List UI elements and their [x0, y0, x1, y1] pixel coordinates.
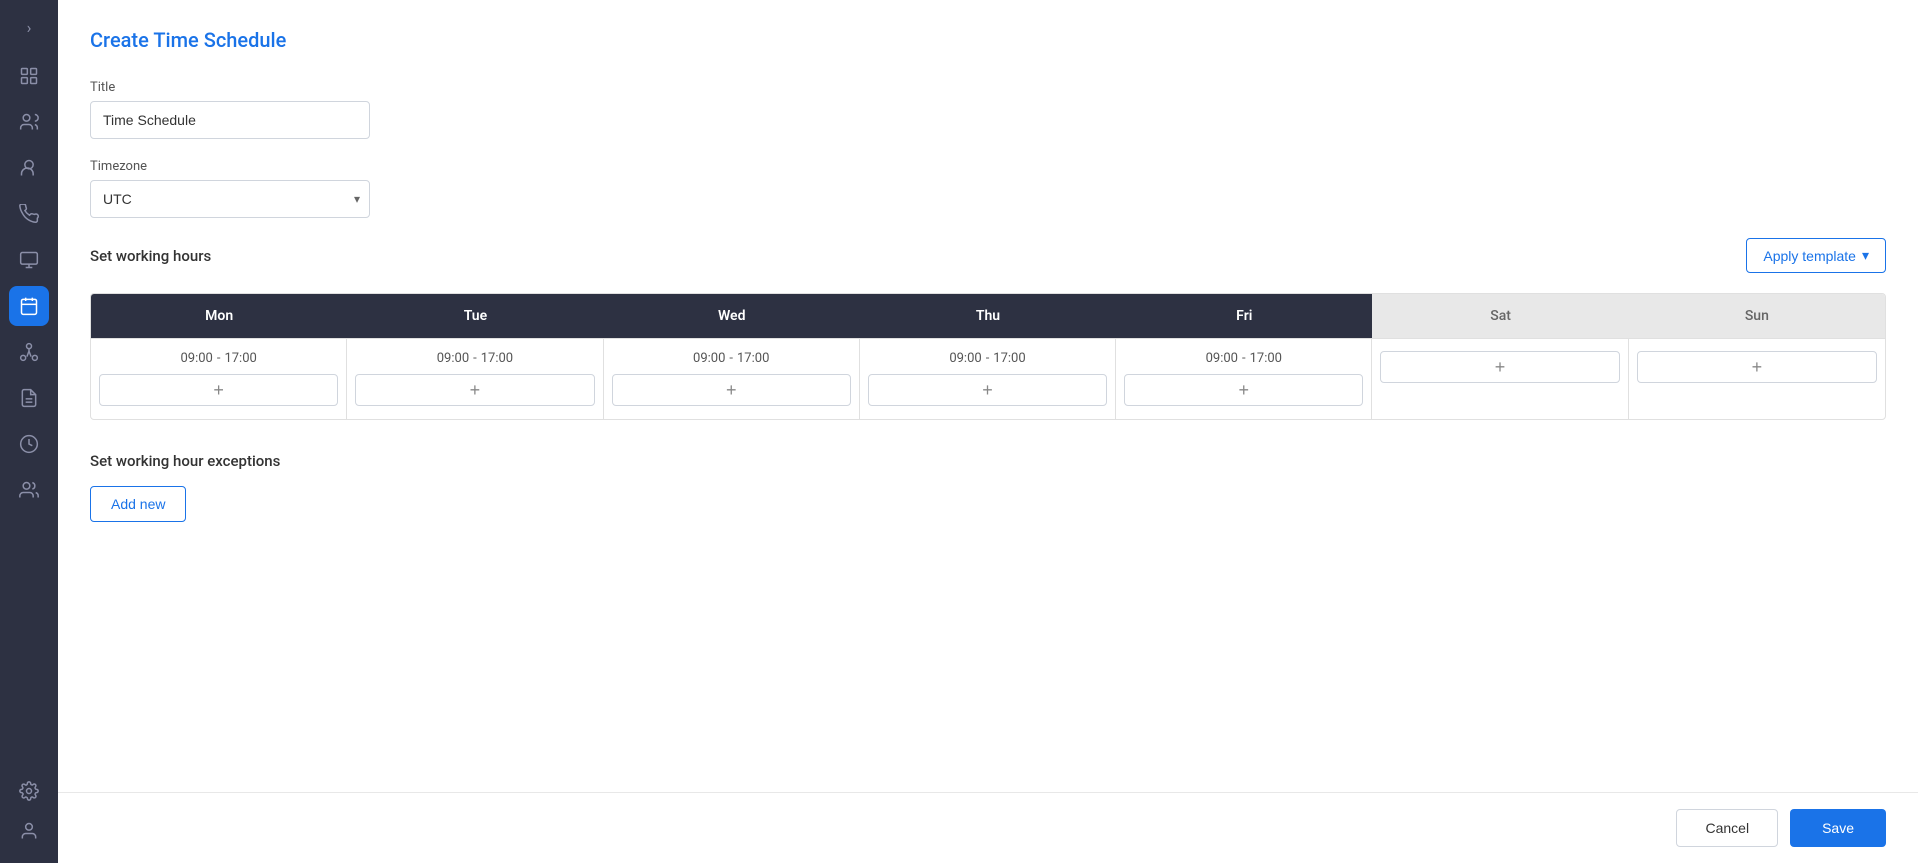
save-button[interactable]: Save	[1790, 809, 1886, 847]
sidebar-item-team[interactable]	[9, 470, 49, 510]
title-label: Title	[90, 80, 1886, 95]
sidebar-item-reports[interactable]	[9, 378, 49, 418]
working-hours-section-header: Set working hours Apply template ▾	[90, 238, 1886, 273]
sidebar-expand-button[interactable]: ›	[14, 12, 44, 42]
sidebar-item-user-management[interactable]	[9, 811, 49, 851]
day-cell-wed: 09:00 - 17:00 +	[604, 339, 860, 419]
schedule-grid: Mon Tue Wed Thu Fri Sat Sun 09:00 - 17:0…	[90, 293, 1886, 420]
day-cell-thu: 09:00 - 17:00 +	[860, 339, 1116, 419]
time-slot-wed: 09:00 - 17:00	[612, 351, 851, 366]
day-header-tue: Tue	[347, 294, 603, 338]
page-title: Create Time Schedule	[90, 28, 1886, 52]
time-slot-fri: 09:00 - 17:00	[1124, 351, 1363, 366]
exceptions-title: Set working hour exceptions	[90, 452, 1886, 470]
add-slot-sat[interactable]: +	[1380, 351, 1619, 383]
timezone-select[interactable]: UTC America/New_York America/Los_Angeles…	[90, 180, 370, 218]
main-content: Create Time Schedule Title Timezone UTC …	[58, 0, 1918, 863]
title-field-group: Title	[90, 80, 1886, 139]
time-slot-mon: 09:00 - 17:00	[99, 351, 338, 366]
apply-template-button[interactable]: Apply template ▾	[1746, 238, 1886, 273]
timezone-select-wrapper: UTC America/New_York America/Los_Angeles…	[90, 180, 370, 218]
footer-actions: Cancel Save	[58, 792, 1918, 863]
day-cell-tue: 09:00 - 17:00 +	[347, 339, 603, 419]
sidebar-item-voicemail[interactable]	[9, 240, 49, 280]
title-input[interactable]	[90, 101, 370, 139]
sidebar-item-settings[interactable]	[9, 771, 49, 811]
day-cell-mon: 09:00 - 17:00 +	[91, 339, 347, 419]
sidebar-item-users[interactable]	[9, 102, 49, 142]
day-header-fri: Fri	[1116, 294, 1372, 338]
working-hours-title: Set working hours	[90, 247, 211, 265]
add-slot-sun[interactable]: +	[1637, 351, 1877, 383]
day-header-sun: Sun	[1629, 294, 1885, 338]
sidebar: ›	[0, 0, 58, 863]
sidebar-item-calendar[interactable]	[9, 286, 49, 326]
sidebar-item-routing[interactable]	[9, 332, 49, 372]
time-slot-thu: 09:00 - 17:00	[868, 351, 1107, 366]
cancel-button[interactable]: Cancel	[1676, 809, 1778, 847]
add-slot-thu[interactable]: +	[868, 374, 1107, 406]
sidebar-item-dashboard[interactable]	[9, 56, 49, 96]
timezone-field-group: Timezone UTC America/New_York America/Lo…	[90, 159, 1886, 218]
day-cell-sat: +	[1372, 339, 1628, 419]
day-cell-fri: 09:00 - 17:00 +	[1116, 339, 1372, 419]
sidebar-item-calls[interactable]	[9, 194, 49, 234]
day-header-sat: Sat	[1372, 294, 1628, 338]
day-header-mon: Mon	[91, 294, 347, 338]
day-header-wed: Wed	[604, 294, 860, 338]
schedule-header-row: Mon Tue Wed Thu Fri Sat Sun	[91, 294, 1885, 338]
add-new-exception-button[interactable]: Add new	[90, 486, 186, 522]
exceptions-section: Set working hour exceptions Add new	[90, 452, 1886, 522]
time-slot-tue: 09:00 - 17:00	[355, 351, 594, 366]
chevron-down-icon: ▾	[1862, 247, 1869, 264]
timezone-label: Timezone	[90, 159, 1886, 174]
sidebar-item-history[interactable]	[9, 424, 49, 464]
day-header-thu: Thu	[860, 294, 1116, 338]
add-slot-fri[interactable]: +	[1124, 374, 1363, 406]
sidebar-item-contacts[interactable]	[9, 148, 49, 188]
add-slot-tue[interactable]: +	[355, 374, 594, 406]
day-cell-sun: +	[1629, 339, 1885, 419]
add-slot-wed[interactable]: +	[612, 374, 851, 406]
add-slot-mon[interactable]: +	[99, 374, 338, 406]
schedule-body: 09:00 - 17:00 + 09:00 - 17:00 +	[91, 338, 1885, 419]
